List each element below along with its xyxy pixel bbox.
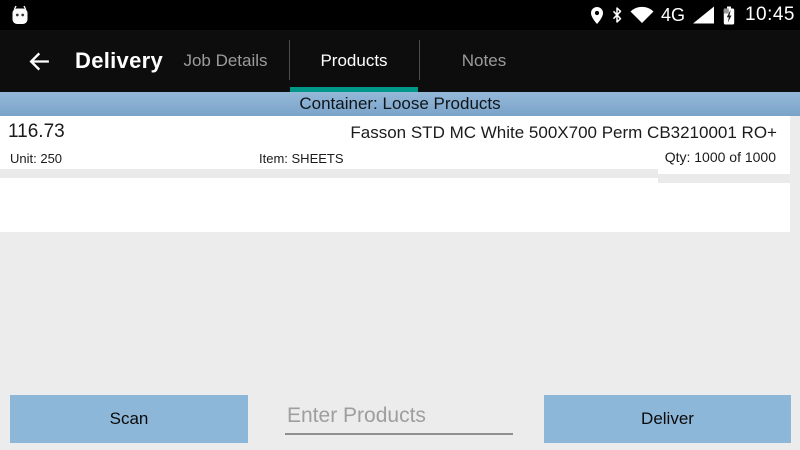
container-label: Container: Loose Products	[299, 94, 501, 113]
network-type-label: 4G	[660, 5, 685, 25]
bluetooth-icon	[611, 6, 623, 24]
location-icon	[590, 6, 604, 25]
tab-notes[interactable]: Notes	[419, 30, 549, 92]
delivery-app-screen: 4G 10:45 Delivery Job Details Products N…	[0, 0, 800, 450]
scan-button[interactable]: Scan	[10, 395, 248, 443]
product-name: Fasson STD MC White 500X700 Perm CB32100…	[350, 123, 777, 142]
tab-job-details[interactable]: Job Details	[162, 30, 289, 92]
wifi-icon	[630, 6, 654, 24]
product-list-item[interactable]: 116.73 Fasson STD MC White 500X700 Perm …	[0, 116, 790, 232]
battery-charging-icon	[722, 4, 736, 27]
tab-products[interactable]: Products	[289, 30, 419, 92]
cell-signal-icon	[692, 6, 715, 24]
deliver-button[interactable]: Deliver	[544, 395, 791, 443]
product-price: 116.73	[8, 121, 65, 142]
tab-bar: Job Details Products Notes	[162, 30, 549, 92]
product-entry-input[interactable]	[285, 398, 513, 435]
arrow-left-icon	[27, 49, 52, 74]
status-bar: 4G 10:45	[0, 0, 800, 30]
container-header-bar: Container: Loose Products	[0, 92, 800, 116]
clock: 10:45	[744, 4, 795, 25]
back-button[interactable]	[18, 30, 60, 92]
action-bar: Delivery Job Details Products Notes	[0, 30, 800, 92]
product-item-type: Item: SHEETS	[259, 151, 344, 166]
status-icons-cluster: 4G 10:45	[590, 4, 795, 27]
page-title: Delivery	[75, 48, 164, 73]
product-quantity: Qty: 1000 of 1000	[664, 149, 776, 165]
row-separator	[0, 169, 658, 178]
android-debug-icon	[8, 3, 32, 28]
product-unit: Unit: 250	[10, 151, 63, 166]
row-separator-right	[658, 174, 790, 183]
